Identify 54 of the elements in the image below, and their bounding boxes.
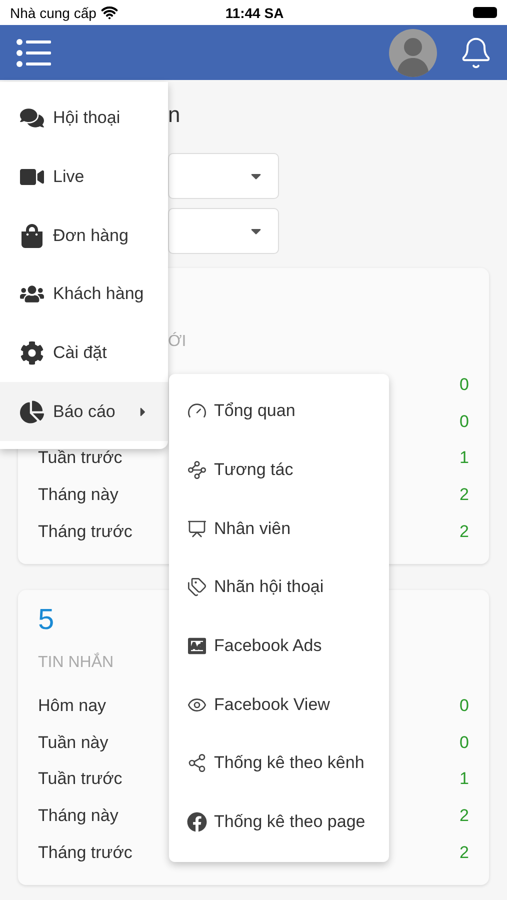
submenu-item[interactable]: Facebook Ads [169,616,389,676]
period-label: Tháng này [38,485,118,506]
period-value: 1 [460,448,469,468]
menu-item[interactable]: Đơn hàng [0,206,168,266]
network-icon [187,460,207,480]
period-label: Tuần trước [38,769,122,790]
ad-icon [187,636,207,656]
presentation-icon [187,518,207,539]
period-label: Tháng trước [38,522,132,542]
stat-label: TIN NHẮN [38,654,114,672]
submenu-item[interactable]: Tổng quan [169,382,389,441]
period-value: 0 [460,696,469,716]
period-label: Hôm nay [38,696,106,716]
period-value: 0 [460,375,469,396]
period-value: 2 [460,806,469,826]
stat-number: 5 [38,604,56,638]
period-value: 0 [460,732,469,753]
period-value: 1 [460,769,469,790]
status-time: 11:44 SA [225,4,284,20]
stat-label: ỚI [168,333,186,351]
avatar[interactable] [389,28,437,76]
battery-icon [473,7,497,18]
facebook-icon [187,812,207,832]
period-label: Tuần này [38,732,108,753]
submenu-item[interactable]: Thống kê theo page [169,792,389,852]
submenu-item[interactable]: Tương tác [169,440,389,500]
wifi-icon [101,4,118,21]
tag-icon [187,577,207,598]
settings-icon [20,341,44,366]
period-label: Tháng này [38,806,118,826]
dropdown[interactable] [168,208,279,254]
submenu-item[interactable]: Thống kê theo kênh [169,734,389,793]
period-value: 2 [460,485,469,506]
pie-chart-icon [20,400,44,424]
menu-item[interactable]: Khách hàng [0,265,168,324]
menu-item[interactable]: Báo cáo [0,382,168,442]
page-title: n [168,102,182,129]
shopping-bag-icon [20,224,44,248]
menu-item[interactable]: Hội thoại [0,89,168,148]
carrier-name: Nhà cung cấp [10,4,96,20]
submenu-item[interactable]: Nhân viên [169,499,389,558]
dropdown[interactable] [168,153,279,199]
chat-icon [20,106,44,130]
menu-item[interactable]: Cài đặt [0,324,168,382]
submenu-item[interactable]: Nhãn hội thoại [169,558,389,617]
period-label: Tuần trước [38,448,122,468]
period-value: 0 [460,412,469,432]
period-value: 2 [460,522,469,542]
share-icon [187,753,207,774]
menu-item[interactable]: Live [0,148,168,206]
period-value: 2 [460,842,469,863]
submenu-item[interactable]: Facebook View [169,675,389,734]
menu-button[interactable] [16,38,52,68]
period-label: Tháng trước [38,842,132,863]
